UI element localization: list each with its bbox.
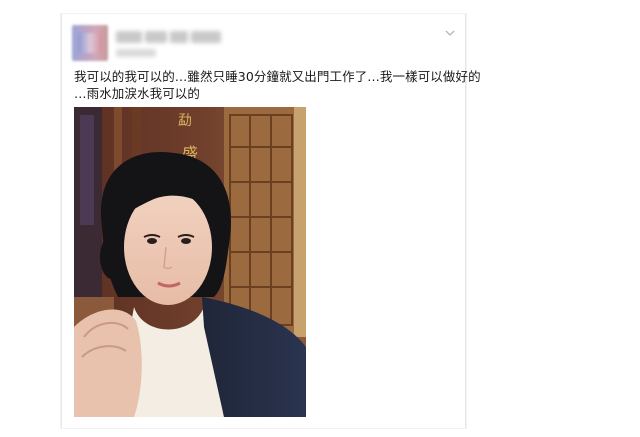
- timestamp-blurred: [116, 49, 156, 57]
- social-post-card: 我可以的我可以的…雖然只睡30分鐘就又出門工作了…我一樣可以做好的 …雨水加淚水…: [61, 14, 481, 428]
- post-text-line-2: …雨水加淚水我可以的: [74, 86, 201, 101]
- chevron-down-icon[interactable]: [443, 27, 457, 41]
- svg-text:勐: 勐: [178, 113, 192, 129]
- post-text: 我可以的我可以的…雖然只睡30分鐘就又出門工作了…我一樣可以做好的 …雨水加淚水…: [74, 68, 481, 102]
- post-text-line-1: 我可以的我可以的…雖然只睡30分鐘就又出門工作了…我一樣可以做好的: [74, 69, 481, 84]
- author-name-blurred[interactable]: [116, 27, 228, 47]
- selfie-image: 勐 盛: [74, 107, 306, 417]
- avatar[interactable]: [72, 25, 108, 61]
- post-photo[interactable]: 勐 盛: [74, 107, 306, 417]
- post-header: [62, 14, 465, 64]
